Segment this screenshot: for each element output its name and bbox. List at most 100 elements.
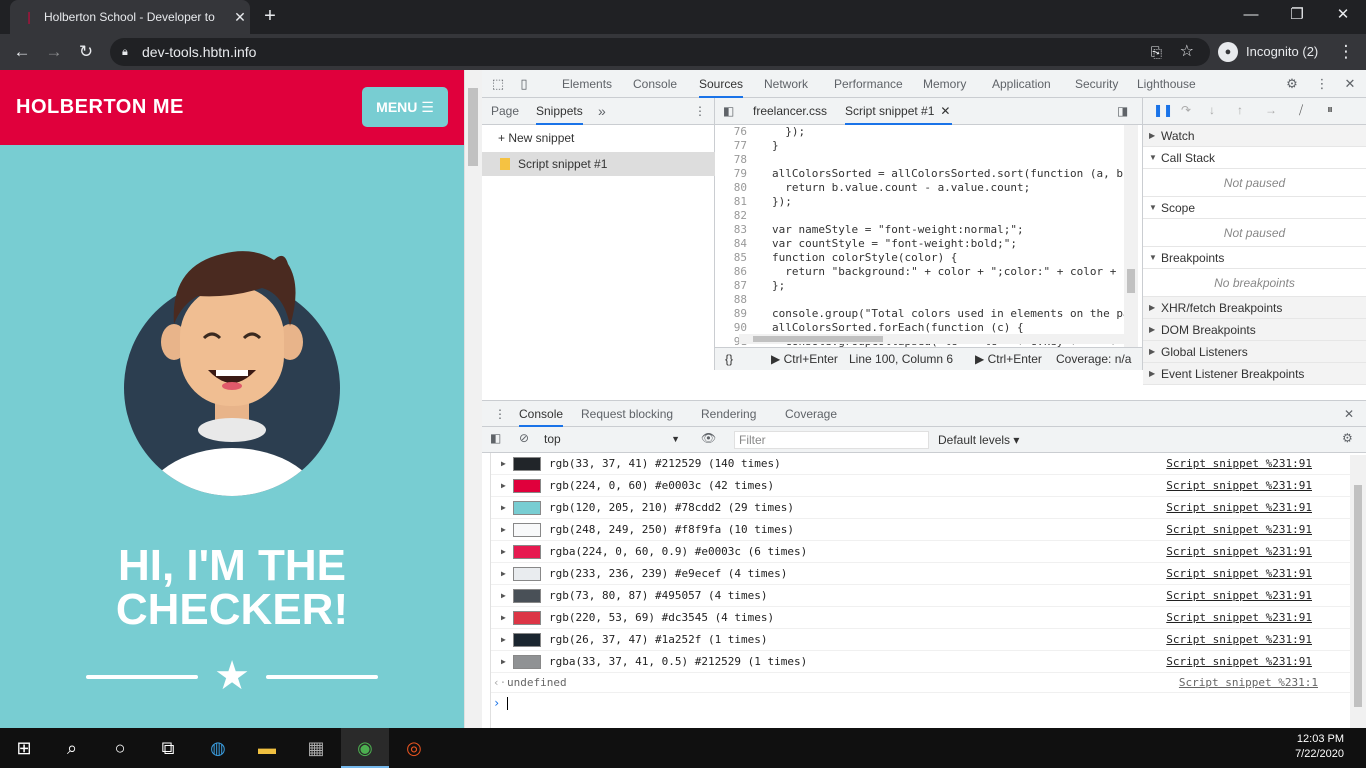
translate-icon[interactable]: ⎘	[1151, 38, 1162, 66]
task-view-icon[interactable]: ⧉	[144, 728, 192, 768]
browser-tab[interactable]: ❘ Holberton School - Developer to ✕	[10, 0, 250, 34]
console-prompt[interactable]: ›	[491, 693, 1350, 713]
tab-performance[interactable]: Performance	[834, 70, 903, 98]
tab-snippets[interactable]: Snippets	[536, 98, 583, 125]
console-group-row[interactable]: ▶ rgb(233, 236, 239) #e9ecef (4 times) Scr…	[491, 563, 1350, 585]
toggle-debugger-icon[interactable]: ◨	[1117, 98, 1128, 125]
tab-elements[interactable]: Elements	[562, 70, 612, 98]
code-line[interactable]: 81});	[715, 195, 1142, 209]
drawer-tab-console[interactable]: Console	[519, 401, 564, 427]
result-source-link[interactable]: Script snippet %231:1	[1179, 673, 1318, 693]
code-line[interactable]: 82	[715, 209, 1142, 223]
console-settings-icon[interactable]: ⚙	[1342, 431, 1353, 445]
console-scrollbar[interactable]	[1350, 455, 1366, 728]
tab-close-icon[interactable]: ✕	[230, 9, 250, 26]
site-brand[interactable]: HOLBERTON ME	[16, 96, 184, 119]
source-link[interactable]: Script snippet %231:91	[1166, 563, 1312, 585]
code-line[interactable]: 86 return "background:" + color + ";colo…	[715, 265, 1142, 279]
source-link[interactable]: Script snippet %231:91	[1166, 453, 1312, 475]
tab-sources[interactable]: Sources	[699, 70, 744, 98]
edge-browser-icon[interactable]: ◍	[194, 728, 242, 768]
source-link[interactable]: Script snippet %231:91	[1166, 519, 1312, 541]
expand-triangle-icon[interactable]: ▶	[501, 651, 506, 673]
drawer-menu-icon[interactable]: ⋮	[494, 401, 506, 427]
code-lines[interactable]: 76 }); 77} 78 79 allColorsSorted = allColors…	[715, 125, 1142, 347]
pause-on-exceptions-icon[interactable]: ⏸	[1327, 102, 1333, 117]
console-group-row[interactable]: ▶ rgb(220, 53, 69) #dc3545 (4 times) Scrip…	[491, 607, 1350, 629]
ubuntu-icon[interactable]: ◎	[390, 728, 438, 768]
debugger-section-header[interactable]: XHR/fetch Breakpoints	[1143, 297, 1366, 319]
live-expression-eye-icon[interactable]: 👁︎	[701, 431, 716, 445]
tab-freelancer-css[interactable]: freelancer.css	[753, 98, 827, 125]
debugger-section-header[interactable]: Global Listeners	[1143, 341, 1366, 363]
step-out-icon[interactable]: ↑	[1237, 103, 1243, 117]
code-line[interactable]: 83 var nameStyle = "font-weight:normal;";	[715, 223, 1142, 237]
step-into-icon[interactable]: ↓	[1209, 103, 1215, 117]
code-line[interactable]: 80 return b.value.count - a.value.count;	[715, 181, 1142, 195]
run-snippet-button-2[interactable]: ▶ Ctrl+Enter	[975, 348, 1042, 370]
file-explorer-icon[interactable]: ▬	[243, 728, 291, 768]
console-group-row[interactable]: ▶ rgb(33, 37, 41) #212529 (140 times) Scri…	[491, 453, 1350, 475]
console-group-row[interactable]: ▶ rgba(33, 37, 41, 0.5) #212529 (1 times)…	[491, 651, 1350, 673]
tab-console[interactable]: Console	[633, 70, 677, 98]
windows-start-icon[interactable]: ⊞	[0, 728, 48, 768]
minimize-button[interactable]: —	[1228, 4, 1274, 28]
code-line[interactable]: 78	[715, 153, 1142, 167]
more-options-icon[interactable]: ⋮	[1314, 76, 1330, 92]
search-icon[interactable]: ⌕	[48, 728, 96, 768]
console-group-row[interactable]: ▶ rgb(120, 205, 210) #78cdd2 (29 times) Sc…	[491, 497, 1350, 519]
expand-triangle-icon[interactable]: ▶	[501, 475, 506, 497]
debugger-section-header[interactable]: Watch	[1143, 125, 1366, 147]
expand-triangle-icon[interactable]: ▶	[501, 585, 506, 607]
debugger-section-header[interactable]: Breakpoints	[1143, 247, 1366, 269]
drawer-tab-request-blocking[interactable]: Request blocking	[581, 401, 673, 427]
tab-lighthouse[interactable]: Lighthouse	[1137, 70, 1196, 98]
context-selector[interactable]: top ▼	[544, 430, 686, 449]
console-group-row[interactable]: ▶ rgb(73, 80, 87) #495057 (4 times) Script…	[491, 585, 1350, 607]
pretty-print-icon[interactable]: {}	[725, 348, 733, 370]
step-icon[interactable]: →	[1265, 103, 1277, 117]
close-window-button[interactable]: ✕	[1320, 4, 1366, 28]
drawer-tab-rendering[interactable]: Rendering	[701, 401, 756, 427]
clear-console-icon[interactable]: ⊘	[519, 431, 529, 445]
source-link[interactable]: Script snippet %231:91	[1166, 607, 1312, 629]
restore-button[interactable]: ❐	[1274, 4, 1320, 28]
reload-icon[interactable]: ↻	[76, 42, 96, 62]
code-line[interactable]: 87};	[715, 279, 1142, 293]
expand-triangle-icon[interactable]: ▶	[501, 629, 506, 651]
code-line[interactable]: 84 var countStyle = "font-weight:bold;";	[715, 237, 1142, 251]
chrome-icon[interactable]: ◉	[341, 728, 389, 768]
debugger-section-header[interactable]: Event Listener Breakpoints	[1143, 363, 1366, 385]
close-snippet-tab-icon[interactable]: ✕	[940, 98, 950, 125]
code-line[interactable]: 76 });	[715, 125, 1142, 139]
new-tab-button[interactable]: +	[260, 6, 280, 26]
bookmark-star-icon[interactable]: ☆	[1180, 38, 1194, 66]
debugger-section-header[interactable]: Scope	[1143, 197, 1366, 219]
forward-icon[interactable]: →	[44, 42, 64, 62]
expand-triangle-icon[interactable]: ▶	[501, 519, 506, 541]
log-levels-dropdown[interactable]: Default levels ▾	[938, 431, 1019, 449]
source-link[interactable]: Script snippet %231:91	[1166, 475, 1312, 497]
expand-triangle-icon[interactable]: ▶	[501, 453, 506, 475]
tab-script-snippet[interactable]: Script snippet #1 ✕	[845, 98, 953, 125]
address-bar[interactable]: 🔒︎ dev-tools.hbtn.info ⎘ ☆	[110, 38, 1210, 66]
close-drawer-icon[interactable]: ✕	[1344, 401, 1354, 427]
toggle-navigator-icon[interactable]: ◧	[723, 98, 734, 125]
editor-hscroll-thumb[interactable]	[753, 336, 883, 342]
editor-horizontal-scrollbar[interactable]	[739, 334, 1124, 344]
console-group-row[interactable]: ▶ rgb(248, 249, 250) #f8f9fa (10 times) Sc…	[491, 519, 1350, 541]
debugger-section-header[interactable]: Call Stack	[1143, 147, 1366, 169]
expand-triangle-icon[interactable]: ▶	[501, 607, 506, 629]
store-icon[interactable]: ▦	[292, 728, 340, 768]
snippet-item[interactable]: Script snippet #1	[482, 152, 715, 176]
incognito-profile-button[interactable]: ● Incognito (2)	[1218, 38, 1318, 66]
source-link[interactable]: Script snippet %231:91	[1166, 497, 1312, 519]
settings-gear-icon[interactable]: ⚙	[1284, 76, 1300, 92]
code-line[interactable]: 90 allColorsSorted.forEach(function (c) {	[715, 321, 1142, 335]
console-filter-input[interactable]: Filter	[734, 431, 929, 449]
pause-icon[interactable]: ❚❚	[1153, 103, 1173, 117]
cortana-icon[interactable]: ○	[96, 728, 144, 768]
back-icon[interactable]: ←	[12, 42, 32, 62]
tab-application[interactable]: Application	[992, 70, 1051, 98]
console-scroll-thumb[interactable]	[1354, 485, 1362, 707]
